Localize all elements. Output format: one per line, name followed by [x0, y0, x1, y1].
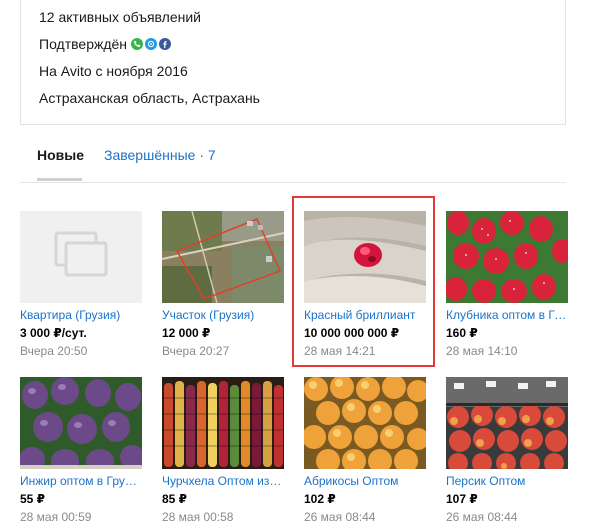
listing-title[interactable]: Клубника оптом в Грузии [446, 308, 568, 322]
listing-date: 26 мая 08:44 [304, 510, 376, 524]
listing-thumbnail[interactable] [162, 377, 284, 469]
email-icon [145, 38, 158, 50]
listing-title[interactable]: Абрикосы Оптом [304, 474, 426, 488]
listing-date: 28 мая 14:21 [304, 344, 376, 358]
apricots-photo [304, 377, 426, 469]
listing-price: 85 ₽ [162, 492, 188, 506]
listing-date: Вчера 20:50 [20, 344, 88, 358]
listing-card[interactable]: Персик Оптом 107 ₽ 26 мая 08:44 [446, 377, 568, 524]
listing-price: 12 000 ₽ [162, 326, 211, 340]
listing-card[interactable]: Абрикосы Оптом 102 ₽ 26 мая 08:44 [304, 377, 426, 524]
tab-new[interactable]: Новые [37, 147, 84, 163]
listing-card[interactable]: Участок (Грузия) 12 000 ₽ Вчера 20:27 [162, 211, 284, 358]
listing-date: 26 мая 08:44 [446, 510, 518, 524]
verified-label: Подтверждён [39, 36, 128, 52]
figs-photo [20, 377, 142, 469]
listing-tabs: Новые Завершённые · 7 [20, 138, 566, 183]
listing-thumbnail[interactable] [20, 377, 142, 469]
listing-card[interactable]: Квартира (Грузия) 3 000 ₽/сут. Вчера 20:… [20, 211, 142, 358]
phone-icon [131, 38, 144, 50]
listing-price: 10 000 000 000 ₽ [304, 326, 400, 340]
member-since: На Avito с ноября 2016 [39, 63, 188, 79]
listing-date: 28 мая 00:59 [20, 510, 92, 524]
image-placeholder-icon [54, 231, 108, 277]
listing-price: 160 ₽ [446, 326, 478, 340]
listing-thumbnail[interactable] [304, 211, 426, 303]
verified-icons [131, 38, 173, 50]
profile-info: 12 активных объявлений Подтверждён На Av… [20, 0, 566, 125]
listing-thumbnail[interactable] [20, 211, 142, 303]
tab-completed[interactable]: Завершённые · 7 [104, 147, 216, 163]
listing-title[interactable]: Участок (Грузия) [162, 308, 284, 322]
listing-date: 28 мая 14:10 [446, 344, 518, 358]
listing-title[interactable]: Инжир оптом в Грузии [20, 474, 142, 488]
land-plot-photo [162, 211, 284, 303]
listing-price: 107 ₽ [446, 492, 478, 506]
listing-title[interactable]: Красный бриллиант [304, 308, 426, 322]
facebook-icon [159, 38, 172, 50]
listing-thumbnail[interactable] [162, 211, 284, 303]
listing-title[interactable]: Чурчхела Оптом из Грузии [162, 474, 284, 488]
verified-row: Подтверждён [39, 36, 173, 52]
listing-title[interactable]: Квартира (Грузия) [20, 308, 142, 322]
listing-thumbnail[interactable] [304, 377, 426, 469]
peaches-photo [446, 377, 568, 469]
red-gem-photo [304, 211, 426, 303]
churchkhela-photo [162, 377, 284, 469]
listing-card[interactable]: Инжир оптом в Грузии 55 ₽ 28 мая 00:59 [20, 377, 142, 524]
listing-card[interactable]: Красный бриллиант 10 000 000 000 ₽ 28 ма… [304, 211, 426, 358]
listing-date: Вчера 20:27 [162, 344, 230, 358]
tab-new-underline [37, 178, 82, 181]
listing-price: 102 ₽ [304, 492, 336, 506]
location: Астраханская область, Астрахань [39, 90, 260, 106]
listing-date: 28 мая 00:58 [162, 510, 234, 524]
listing-card[interactable]: Чурчхела Оптом из Грузии 85 ₽ 28 мая 00:… [162, 377, 284, 524]
listing-thumbnail[interactable] [446, 377, 568, 469]
listing-title[interactable]: Персик Оптом [446, 474, 568, 488]
listing-card[interactable]: Клубника оптом в Грузии 160 ₽ 28 мая 14:… [446, 211, 568, 358]
active-listings-count: 12 активных объявлений [39, 9, 201, 25]
listing-price: 3 000 ₽/сут. [20, 326, 87, 340]
listing-thumbnail[interactable] [446, 211, 568, 303]
listing-price: 55 ₽ [20, 492, 46, 506]
strawberries-photo [446, 211, 568, 303]
